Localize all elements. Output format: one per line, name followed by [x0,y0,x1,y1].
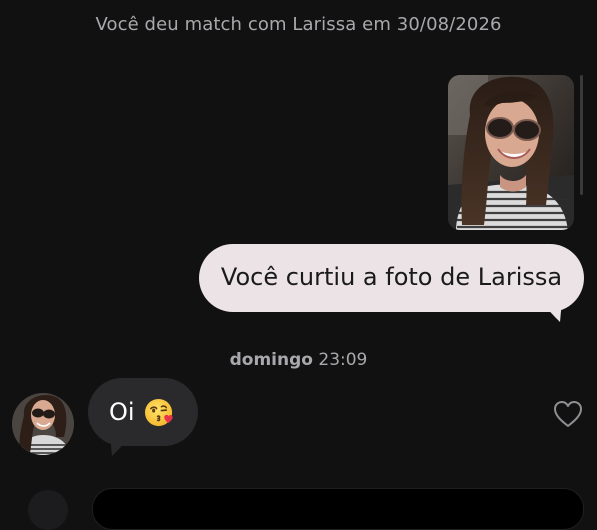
avatar-photo-icon [12,393,74,455]
heart-outline-icon[interactable] [553,400,583,428]
message-timestamp: domingo 23:09 [0,350,597,370]
composer-avatar [28,490,68,530]
liked-photo[interactable] [448,75,574,230]
timestamp-day: domingo [229,350,313,370]
scroll-indicator[interactable] [580,75,583,195]
sent-bubble-tail [540,300,562,322]
message-composer[interactable] [92,488,584,530]
received-bubble-tail [110,436,130,456]
timestamp-time: 23:09 [318,350,368,370]
match-banner: Você deu match com Larissa em 30/08/2026 [95,14,502,35]
received-message-text: Oi [109,398,135,426]
sent-message-bubble[interactable]: Você curtiu a foto de Larissa [199,244,584,312]
face-blowing-kiss-emoji-icon [144,398,173,426]
avatar[interactable] [12,393,74,455]
sent-message-text: Você curtiu a foto de Larissa [220,263,563,291]
portrait-photo-icon [448,75,574,230]
received-message-bubble[interactable]: Oi [88,378,198,446]
